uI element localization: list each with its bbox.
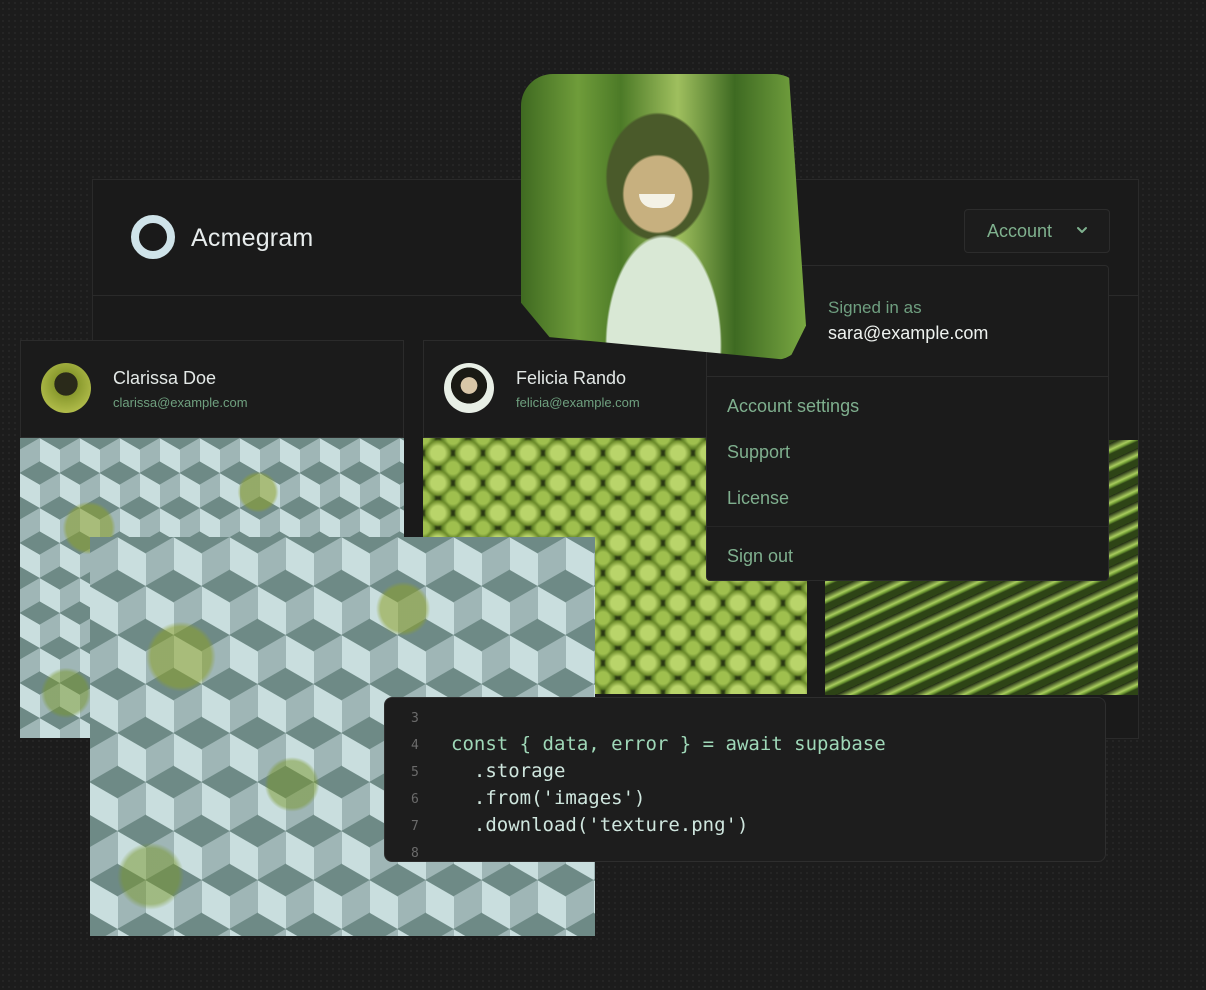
avatar <box>41 363 91 413</box>
menu-item-license[interactable]: License <box>727 488 789 509</box>
menu-item-sign-out[interactable]: Sign out <box>727 546 793 567</box>
profile-photo <box>521 74 806 360</box>
line-number: 4 <box>411 738 419 753</box>
line-number: 7 <box>411 819 419 834</box>
menu-item-account-settings[interactable]: Account settings <box>727 396 859 417</box>
menu-divider <box>707 526 1108 527</box>
user-name: Clarissa Doe <box>113 368 217 388</box>
user-email: felicia@example.com <box>516 395 640 410</box>
line-number: 3 <box>411 711 419 726</box>
chevron-down-icon <box>1077 227 1087 233</box>
profile-photo-smile <box>639 194 675 208</box>
app-title: Acmegram <box>191 224 314 252</box>
line-number: 5 <box>411 765 419 780</box>
code-text: const { data, error } = await supabase <box>451 733 886 755</box>
user-name: Felicia Rando <box>516 368 627 388</box>
account-button-label: Account <box>987 221 1053 241</box>
code-line: 7 .download('texture.png') <box>385 814 1105 840</box>
code-snippet: 3 4 const { data, error } = await supaba… <box>384 697 1106 862</box>
account-button[interactable]: Account <box>964 209 1110 253</box>
code-line: 5 .storage <box>385 760 1105 786</box>
line-number: 6 <box>411 792 419 807</box>
user-card-clarissa[interactable]: Clarissa Doe clarissa@example.com <box>20 340 404 438</box>
signed-in-email: sara@example.com <box>828 323 989 343</box>
code-line: 4 const { data, error } = await supabase <box>385 733 1105 759</box>
avatar <box>444 363 494 413</box>
code-line: 8 <box>385 841 1105 867</box>
user-email: clarissa@example.com <box>113 395 248 410</box>
code-line: 6 .from('images') <box>385 787 1105 813</box>
hero-collage: Acmegram Account Clarissa Doe clarissa@e… <box>0 0 1206 990</box>
code-text: .download('texture.png') <box>451 814 749 836</box>
signed-in-label: Signed in as <box>828 298 922 317</box>
logo-ring-icon <box>131 215 175 259</box>
line-number: 8 <box>411 846 419 861</box>
code-text: .from('images') <box>451 787 646 809</box>
code-line: 3 <box>385 706 1105 732</box>
code-text: .storage <box>451 760 566 782</box>
menu-item-support[interactable]: Support <box>727 442 790 463</box>
